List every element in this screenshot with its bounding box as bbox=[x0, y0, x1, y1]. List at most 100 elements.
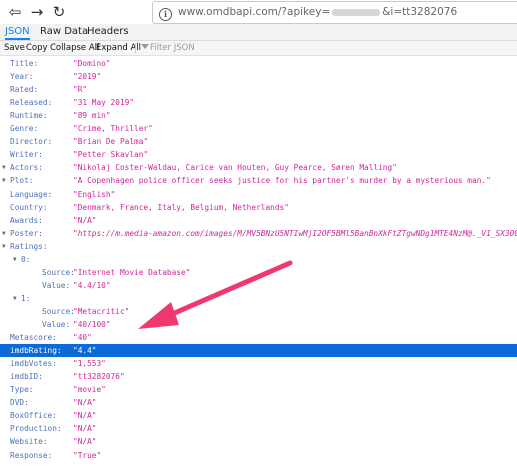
json-value: "tt3282076" bbox=[73, 372, 125, 382]
json-row[interactable]: Source: "Internet Movie Database" bbox=[0, 266, 517, 279]
expand-toggle-icon[interactable]: ▼ bbox=[2, 227, 6, 240]
json-row[interactable]: Writer: "Petter Skavlan" bbox=[0, 148, 517, 161]
json-row[interactable]: Released: "31 May 2019" bbox=[0, 96, 517, 109]
save-button[interactable]: Save bbox=[4, 41, 25, 55]
expand-toggle-icon[interactable]: ▼ bbox=[2, 174, 6, 187]
json-key: imdbVotes: bbox=[10, 359, 57, 369]
json-value: "movie" bbox=[73, 385, 106, 395]
json-row[interactable]: Director: "Brian De Palma" bbox=[0, 135, 517, 148]
json-key: Awards: bbox=[10, 215, 43, 225]
json-key: Poster: bbox=[10, 228, 43, 238]
json-row[interactable]: Genre: "Crime, Thriller" bbox=[0, 122, 517, 135]
json-value: "N/A" bbox=[73, 424, 97, 434]
json-value: "Metacritic" bbox=[73, 306, 130, 316]
json-row[interactable]: Value: "40/100" bbox=[0, 318, 517, 331]
json-value: "N/A" bbox=[73, 437, 97, 447]
json-value: "Petter Skavlan" bbox=[73, 150, 149, 160]
json-value: "40/100" bbox=[73, 320, 111, 329]
json-row[interactable]: imdbID: "tt3282076" bbox=[0, 370, 517, 383]
json-key: Metascore: bbox=[10, 333, 57, 343]
json-value: "89 min" bbox=[73, 111, 111, 121]
json-row[interactable]: ▼ Poster: "https://m.media-amazon.com/imag… bbox=[0, 227, 517, 240]
json-key: Runtime: bbox=[10, 111, 48, 121]
json-key: imdbID: bbox=[10, 372, 43, 382]
back-button[interactable]: ⇦ bbox=[6, 2, 24, 22]
json-key: Director: bbox=[10, 137, 53, 147]
json-row[interactable]: Source: "Metacritic" bbox=[0, 305, 517, 318]
tab-headers[interactable]: Headers bbox=[87, 24, 129, 40]
expand-toggle-icon[interactable]: ▼ bbox=[13, 253, 17, 266]
json-row[interactable]: ▼ 0: bbox=[0, 253, 517, 266]
json-value: "Denmark, France, Italy, Belgium, Nether… bbox=[73, 202, 289, 212]
tab-json[interactable]: JSON bbox=[5, 24, 30, 40]
json-row[interactable]: BoxOffice: "N/A" bbox=[0, 409, 517, 422]
json-row[interactable]: Awards: "N/A" bbox=[0, 214, 517, 227]
json-key: Response: bbox=[10, 450, 53, 460]
reload-icon: ↻ bbox=[52, 3, 66, 21]
copy-button[interactable]: Copy bbox=[26, 41, 48, 55]
json-row[interactable]: DVD: "N/A" bbox=[0, 396, 517, 409]
json-value: "True" bbox=[73, 450, 102, 460]
expand-toggle-icon[interactable]: ▼ bbox=[2, 240, 6, 253]
toolbar-divider bbox=[135, 43, 136, 53]
json-key: Production: bbox=[10, 424, 62, 434]
viewer-tabs: JSON Raw Data Headers bbox=[0, 24, 517, 41]
json-key: Value: bbox=[42, 320, 71, 329]
json-toolbar: Save Copy Collapse All Expand All Filter… bbox=[0, 41, 517, 56]
forward-arrow-icon: → bbox=[30, 3, 44, 21]
json-key: Rated: bbox=[10, 85, 39, 95]
json-row[interactable]: Value: "4.4/10" bbox=[0, 279, 517, 292]
collapse-all-button[interactable]: Collapse All bbox=[50, 41, 99, 55]
json-key: Type: bbox=[10, 385, 34, 395]
json-row[interactable]: ▼ Ratings: bbox=[0, 240, 517, 253]
json-row[interactable]: Website: "N/A" bbox=[0, 435, 517, 448]
reload-button[interactable]: ↻ bbox=[50, 2, 68, 22]
json-row[interactable]: Language: "English" bbox=[0, 188, 517, 201]
forward-button[interactable]: → bbox=[28, 2, 46, 22]
expand-toggle-icon[interactable]: ▼ bbox=[2, 161, 6, 174]
json-key: DVD: bbox=[10, 398, 29, 408]
json-key: 1: bbox=[21, 293, 31, 303]
json-key: Value: bbox=[42, 280, 71, 290]
json-value: "Brian De Palma" bbox=[73, 137, 149, 147]
json-value: "English" bbox=[73, 189, 116, 199]
json-key: Language: bbox=[10, 189, 53, 199]
json-value: "N/A" bbox=[73, 411, 97, 421]
url-field[interactable]: i www.omdbapi.com/?apikey= &i=tt3282076 bbox=[152, 1, 517, 24]
expand-toggle-icon[interactable]: ▼ bbox=[13, 292, 17, 305]
json-value: "R" bbox=[73, 85, 88, 95]
back-arrow-icon: ⇦ bbox=[8, 3, 22, 21]
url-suffix: &i=tt3282076 bbox=[382, 6, 458, 18]
json-key: BoxOffice: bbox=[10, 411, 57, 421]
info-icon[interactable]: i bbox=[159, 8, 172, 21]
json-value: "2019" bbox=[73, 72, 102, 82]
json-row[interactable]: ▼ 1: bbox=[0, 292, 517, 305]
json-value: "A Copenhagen police officer seeks justi… bbox=[73, 176, 491, 186]
json-row[interactable]: imdbVotes: "1,553" bbox=[0, 357, 517, 370]
json-key: Released: bbox=[10, 98, 53, 108]
json-value: "1,553" bbox=[73, 359, 106, 369]
json-row[interactable]: Production: "N/A" bbox=[0, 422, 517, 435]
json-value: "N/A" bbox=[73, 215, 97, 225]
filter-json-input[interactable]: Filter JSON bbox=[150, 41, 195, 55]
json-key: Plot: bbox=[10, 176, 34, 186]
tab-raw-data[interactable]: Raw Data bbox=[40, 24, 88, 40]
json-row[interactable]: Runtime: "89 min" bbox=[0, 109, 517, 122]
json-row[interactable]: Metascore: "40" bbox=[0, 331, 517, 344]
json-row[interactable]: Type: "movie" bbox=[0, 383, 517, 396]
json-key: 0: bbox=[21, 254, 31, 264]
json-row[interactable]: ▼ Plot: "A Copenhagen police officer seeks… bbox=[0, 174, 517, 187]
json-key: Title: bbox=[10, 59, 39, 68]
json-row[interactable]: Title: "Domino" bbox=[0, 57, 517, 70]
json-key: Year: bbox=[10, 72, 34, 82]
json-row[interactable]: ▼ Actors: "Nikolaj Coster-Waldau, Carice v… bbox=[0, 161, 517, 174]
json-row[interactable]: Country: "Denmark, France, Italy, Belgium… bbox=[0, 201, 517, 214]
json-key: Website: bbox=[10, 437, 48, 447]
json-row[interactable]: imdbRating: "4.4" bbox=[0, 344, 517, 358]
json-row[interactable]: Response: "True" bbox=[0, 449, 517, 462]
json-key: Writer: bbox=[10, 150, 43, 160]
url-prefix: www.omdbapi.com/?apikey= bbox=[178, 6, 331, 18]
json-row[interactable]: Rated: "R" bbox=[0, 83, 517, 96]
json-row[interactable]: Year: "2019" bbox=[0, 70, 517, 83]
json-value: "Crime, Thriller" bbox=[73, 124, 153, 134]
